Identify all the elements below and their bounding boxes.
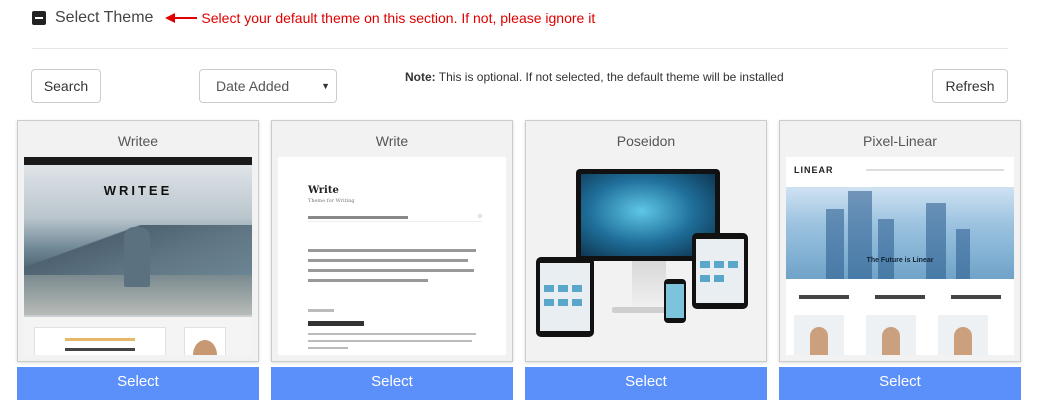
section-hint: Select your default theme on this sectio… — [201, 10, 596, 26]
arrow-left-icon — [165, 12, 198, 24]
sort-select[interactable]: Date Added ▼ — [199, 69, 337, 103]
divider — [32, 48, 1008, 49]
select-pixel-linear-button[interactable]: Select — [779, 367, 1021, 400]
select-poseidon-button[interactable]: Select — [525, 367, 767, 400]
theme-card-pixel-linear[interactable]: Pixel-Linear LINEAR The Future is Linear — [779, 120, 1021, 362]
theme-thumbnail: WRITEE — [24, 157, 252, 355]
theme-card-poseidon[interactable]: Poseidon — [525, 120, 767, 362]
search-icon: ○ — [477, 213, 482, 220]
theme-card-title: Poseidon — [616, 133, 676, 149]
thumb-hero-image: WRITEE — [24, 165, 252, 317]
thumb-tablet — [536, 257, 594, 337]
thumb-navbar — [24, 157, 252, 165]
theme-card-write[interactable]: Write Write Theme for Writing ○ — [271, 120, 513, 362]
theme-thumbnail: LINEAR The Future is Linear — [786, 157, 1014, 355]
caret-down-icon: ▼ — [321, 81, 330, 91]
thumb-hero-image: The Future is Linear — [786, 187, 1014, 279]
thumb-navbar: ○ — [308, 213, 482, 222]
search-button[interactable]: Search — [31, 69, 101, 103]
thumb-content — [24, 317, 252, 355]
select-writee-button[interactable]: Select — [17, 367, 259, 400]
thumb-tagline: Theme for Writing — [308, 198, 355, 204]
optional-note: Note: This is optional. If not selected,… — [405, 70, 784, 84]
thumb-tablet — [692, 233, 748, 309]
theme-thumbnail — [532, 157, 760, 355]
sort-select-value: Date Added — [216, 78, 290, 94]
thumb-phone — [664, 279, 686, 323]
section-header: Select Theme Select your default theme o… — [32, 6, 595, 30]
theme-card-title: Writee — [117, 133, 159, 149]
theme-card-title: Pixel-Linear — [863, 133, 937, 149]
thumb-logo: WRITEE — [103, 183, 173, 198]
theme-thumbnail: Write Theme for Writing ○ — [278, 157, 506, 355]
select-write-button[interactable]: Select — [271, 367, 513, 400]
thumb-site-title: Write — [308, 185, 339, 196]
section-title: Select Theme — [55, 9, 154, 26]
collapse-icon[interactable] — [32, 11, 46, 25]
thumb-logo: LINEAR — [794, 165, 834, 175]
note-text: This is optional. If not selected, the d… — [435, 70, 784, 84]
thumb-hero-text: The Future is Linear — [866, 257, 934, 264]
note-label: Note: — [405, 70, 436, 84]
refresh-button[interactable]: Refresh — [932, 69, 1008, 103]
theme-card-title: Write — [375, 133, 409, 149]
theme-card-writee[interactable]: Writee WRITEE — [17, 120, 259, 362]
